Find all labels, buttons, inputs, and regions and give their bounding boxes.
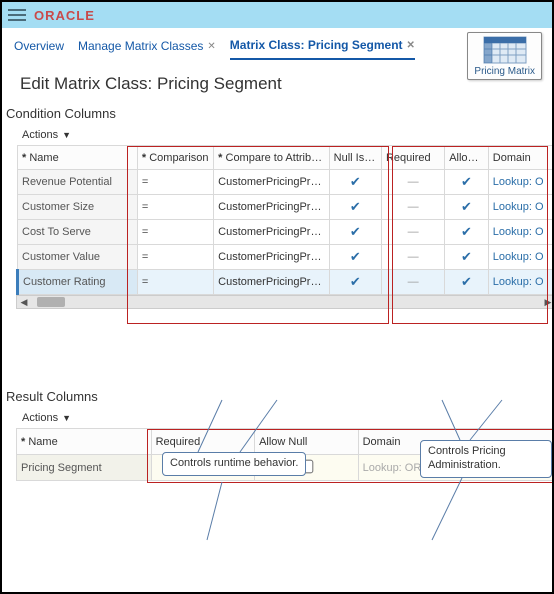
condition-columns-table: * Name * Comparison * Compare to Attribu… bbox=[16, 145, 554, 295]
domain-value[interactable]: Lookup: ORA_QP_CUST_PRICING_SE bbox=[358, 455, 554, 481]
col-domain-header[interactable]: Domain bbox=[488, 146, 554, 170]
required-value[interactable]: — bbox=[381, 195, 444, 220]
chevron-down-icon: ▼ bbox=[62, 130, 71, 140]
null-wildcard-check[interactable]: ✔ bbox=[329, 220, 381, 245]
domain-value[interactable]: Lookup: O bbox=[488, 195, 554, 220]
row-name: Customer Rating bbox=[18, 270, 138, 295]
section-condition-columns: Condition Columns bbox=[2, 98, 552, 123]
scrollbar-thumb[interactable] bbox=[37, 297, 65, 307]
comparison-value[interactable]: = bbox=[137, 220, 213, 245]
row-name: Revenue Potential bbox=[18, 170, 138, 195]
row-name: Cost To Serve bbox=[18, 220, 138, 245]
col-required-header[interactable]: Required bbox=[381, 146, 444, 170]
allow-null-checkbox[interactable] bbox=[300, 459, 314, 473]
close-icon[interactable]: ✕ bbox=[207, 41, 215, 52]
scroll-left-icon[interactable]: ◀ bbox=[17, 296, 31, 308]
table-row[interactable]: Customer Value=CustomerPricingPr…✔—✔Look… bbox=[18, 245, 554, 270]
compare-to-value[interactable]: CustomerPricingPr… bbox=[214, 195, 330, 220]
table-row[interactable]: Customer Rating=CustomerPricingPr…✔—✔Loo… bbox=[18, 270, 554, 295]
actions-menu-condition[interactable]: Actions▼ bbox=[2, 123, 552, 145]
row-name: Pricing Segment bbox=[17, 455, 152, 481]
col-name-header[interactable]: * Name bbox=[18, 146, 138, 170]
null-wildcard-check[interactable]: ✔ bbox=[329, 245, 381, 270]
allow-null-check[interactable]: ✔ bbox=[445, 245, 489, 270]
null-wildcard-check[interactable]: ✔ bbox=[329, 195, 381, 220]
domain-value[interactable]: Lookup: O bbox=[488, 270, 554, 295]
required-checkbox[interactable] bbox=[196, 459, 210, 473]
col-comparison-header[interactable]: * Comparison bbox=[137, 146, 213, 170]
comparison-value[interactable]: = bbox=[137, 245, 213, 270]
tab-overview[interactable]: Overview bbox=[14, 39, 64, 59]
col-compare-to-header[interactable]: * Compare to Attribute bbox=[214, 146, 330, 170]
null-wildcard-check[interactable]: ✔ bbox=[329, 270, 381, 295]
col-required-header[interactable]: Required bbox=[151, 429, 255, 455]
menu-icon[interactable] bbox=[8, 6, 26, 24]
table-row[interactable]: Customer Size=CustomerPricingPr…✔—✔Looku… bbox=[18, 195, 554, 220]
compare-to-value[interactable]: CustomerPricingPr… bbox=[214, 245, 330, 270]
compare-to-value[interactable]: CustomerPricingPr… bbox=[214, 270, 330, 295]
required-value[interactable]: — bbox=[381, 270, 444, 295]
compare-to-value[interactable]: CustomerPricingPr… bbox=[214, 170, 330, 195]
tab-matrix-class-pricing-segment[interactable]: Matrix Class: Pricing Segment✕ bbox=[230, 38, 415, 60]
chevron-down-icon: ▼ bbox=[62, 413, 71, 423]
tab-manage-matrix-classes[interactable]: Manage Matrix Classes✕ bbox=[78, 39, 216, 59]
table-row[interactable]: Cost To Serve=CustomerPricingPr…✔—✔Looku… bbox=[18, 220, 554, 245]
actions-menu-result[interactable]: Actions▼ bbox=[2, 406, 552, 428]
col-allow-null-header[interactable]: Allow Null bbox=[255, 429, 359, 455]
compare-to-value[interactable]: CustomerPricingPr… bbox=[214, 220, 330, 245]
allow-null-check[interactable]: ✔ bbox=[445, 220, 489, 245]
row-name: Customer Size bbox=[18, 195, 138, 220]
close-icon[interactable]: ✕ bbox=[407, 40, 415, 51]
comparison-value[interactable]: = bbox=[137, 170, 213, 195]
allow-null-check[interactable]: ✔ bbox=[445, 170, 489, 195]
required-value[interactable]: — bbox=[381, 170, 444, 195]
col-name-header[interactable]: * Name bbox=[17, 429, 152, 455]
domain-value[interactable]: Lookup: O bbox=[488, 170, 554, 195]
allow-null-check[interactable]: ✔ bbox=[445, 270, 489, 295]
required-value[interactable]: — bbox=[381, 220, 444, 245]
section-result-columns: Result Columns bbox=[2, 381, 552, 406]
col-domain-header[interactable]: Domain bbox=[358, 429, 554, 455]
diagram-label: Pricing Matrix bbox=[474, 66, 535, 77]
domain-value[interactable]: Lookup: O bbox=[488, 245, 554, 270]
result-columns-table: * Name Required Allow Null Domain Pricin… bbox=[16, 428, 554, 481]
table-row[interactable]: Revenue Potential=CustomerPricingPr…✔—✔L… bbox=[18, 170, 554, 195]
allow-null-check[interactable]: ✔ bbox=[445, 195, 489, 220]
horizontal-scrollbar[interactable]: ◀ ▶ bbox=[16, 295, 554, 309]
col-allow-null-header[interactable]: Allow Null bbox=[445, 146, 489, 170]
matrix-icon bbox=[483, 36, 527, 64]
null-wildcard-check[interactable]: ✔ bbox=[329, 170, 381, 195]
row-name: Customer Value bbox=[18, 245, 138, 270]
comparison-value[interactable]: = bbox=[137, 195, 213, 220]
comparison-value[interactable]: = bbox=[137, 270, 213, 295]
scroll-right-icon[interactable]: ▶ bbox=[541, 296, 554, 308]
col-null-wildcard-header[interactable]: Null Is Wildcard bbox=[329, 146, 381, 170]
brand-logo: ORACLE bbox=[34, 8, 95, 23]
required-value[interactable]: — bbox=[381, 245, 444, 270]
diagram-pricing-matrix: Pricing Matrix bbox=[467, 32, 542, 80]
table-row[interactable]: Pricing Segment Lookup: ORA_QP_CUST_PRIC… bbox=[17, 455, 554, 481]
domain-value[interactable]: Lookup: O bbox=[488, 220, 554, 245]
